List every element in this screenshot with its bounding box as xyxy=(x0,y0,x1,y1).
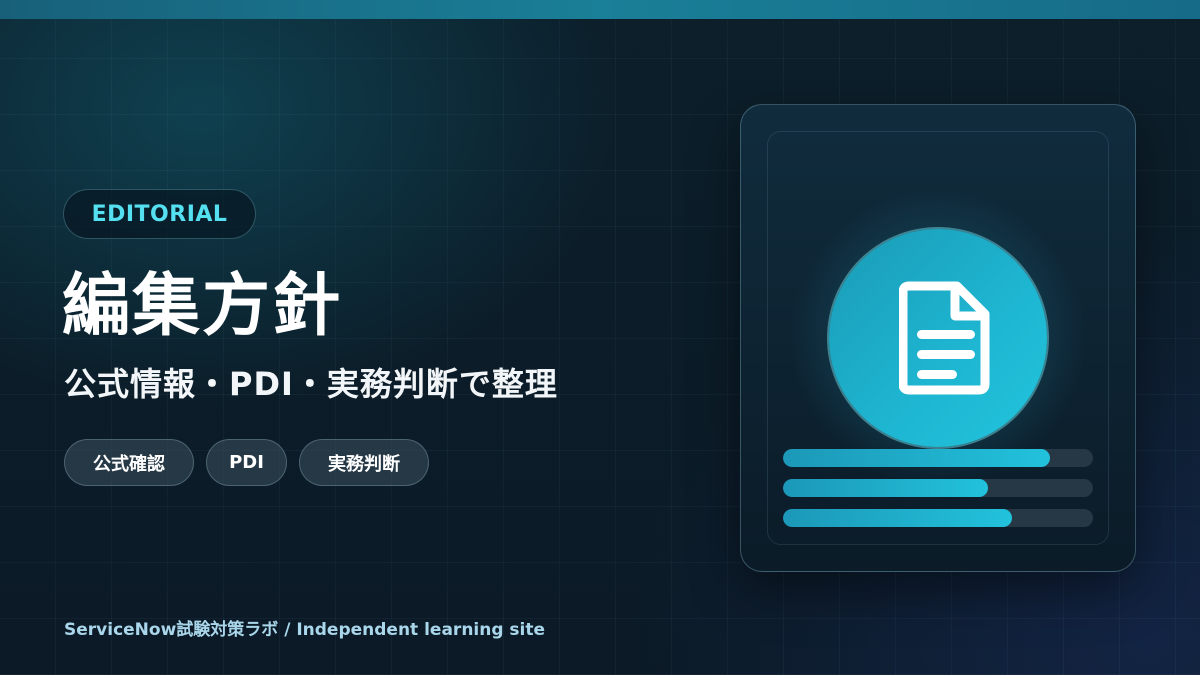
document-icon xyxy=(899,281,990,395)
top-accent-bar xyxy=(0,0,1200,19)
editorial-tag: EDITORIAL xyxy=(63,189,256,239)
chip-practical-judgment: 実務判断 xyxy=(299,439,429,486)
page-title: 編集方針 xyxy=(62,267,343,346)
progress-bar-1 xyxy=(783,449,1093,467)
progress-bar-3 xyxy=(783,509,1093,527)
progress-fill-1 xyxy=(783,449,1050,467)
progress-fill-3 xyxy=(783,509,1013,527)
site-footer: ServiceNow試験対策ラボ / Independent learning … xyxy=(64,620,546,640)
progress-fill-2 xyxy=(783,479,988,497)
chip-pdi: PDI xyxy=(206,439,287,486)
page-subtitle: 公式情報・PDI・実務判断で整理 xyxy=(64,365,558,403)
chip-official-check: 公式確認 xyxy=(64,439,194,486)
progress-bar-2 xyxy=(783,479,1093,497)
